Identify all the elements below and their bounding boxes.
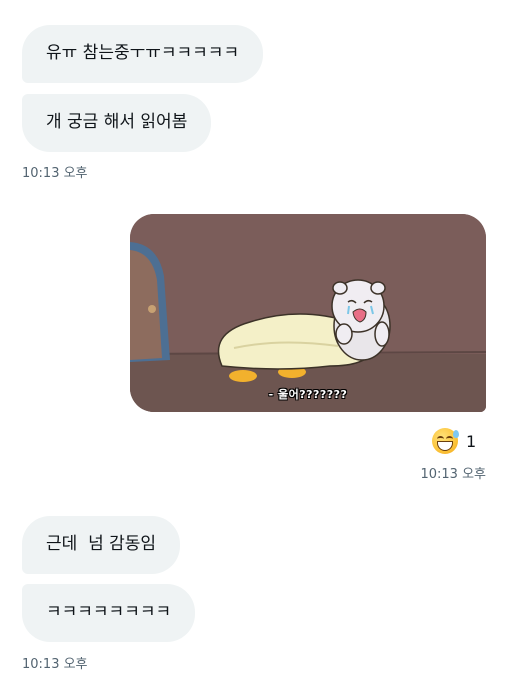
media-caption: - 울어??????? <box>268 388 348 401</box>
message-text: 근데 넘 감동임 <box>46 534 157 554</box>
message-bubble-3[interactable]: 근데 넘 감동임 <box>22 516 181 574</box>
message-text: 개 궁금 해서 읽어봄 <box>46 112 188 132</box>
message-timestamp: 10:13 오후 <box>420 467 486 482</box>
reaction-badge[interactable]: 1 <box>432 427 476 455</box>
grinning-sweat-emoji-icon <box>432 428 459 454</box>
message-text: ㅋㅋㅋㅋㅋㅋㅋㅋ <box>46 602 172 622</box>
media-attachment[interactable]: - 울어??????? <box>130 214 486 412</box>
message-bubble-2[interactable]: 개 궁금 해서 읽어봄 <box>22 94 212 152</box>
reaction-count: 1 <box>466 431 477 451</box>
message-timestamp: 10:13 오후 <box>22 166 88 181</box>
media-image <box>130 214 486 412</box>
message-bubble-4[interactable]: ㅋㅋㅋㅋㅋㅋㅋㅋ <box>22 584 196 642</box>
message-bubble-1[interactable]: 유ㅠ 참는중ㅜㅠㅋㅋㅋㅋㅋ <box>22 25 264 83</box>
message-text: 유ㅠ 참는중ㅜㅠㅋㅋㅋㅋㅋ <box>46 43 240 63</box>
message-timestamp: 10:13 오후 <box>22 657 88 672</box>
